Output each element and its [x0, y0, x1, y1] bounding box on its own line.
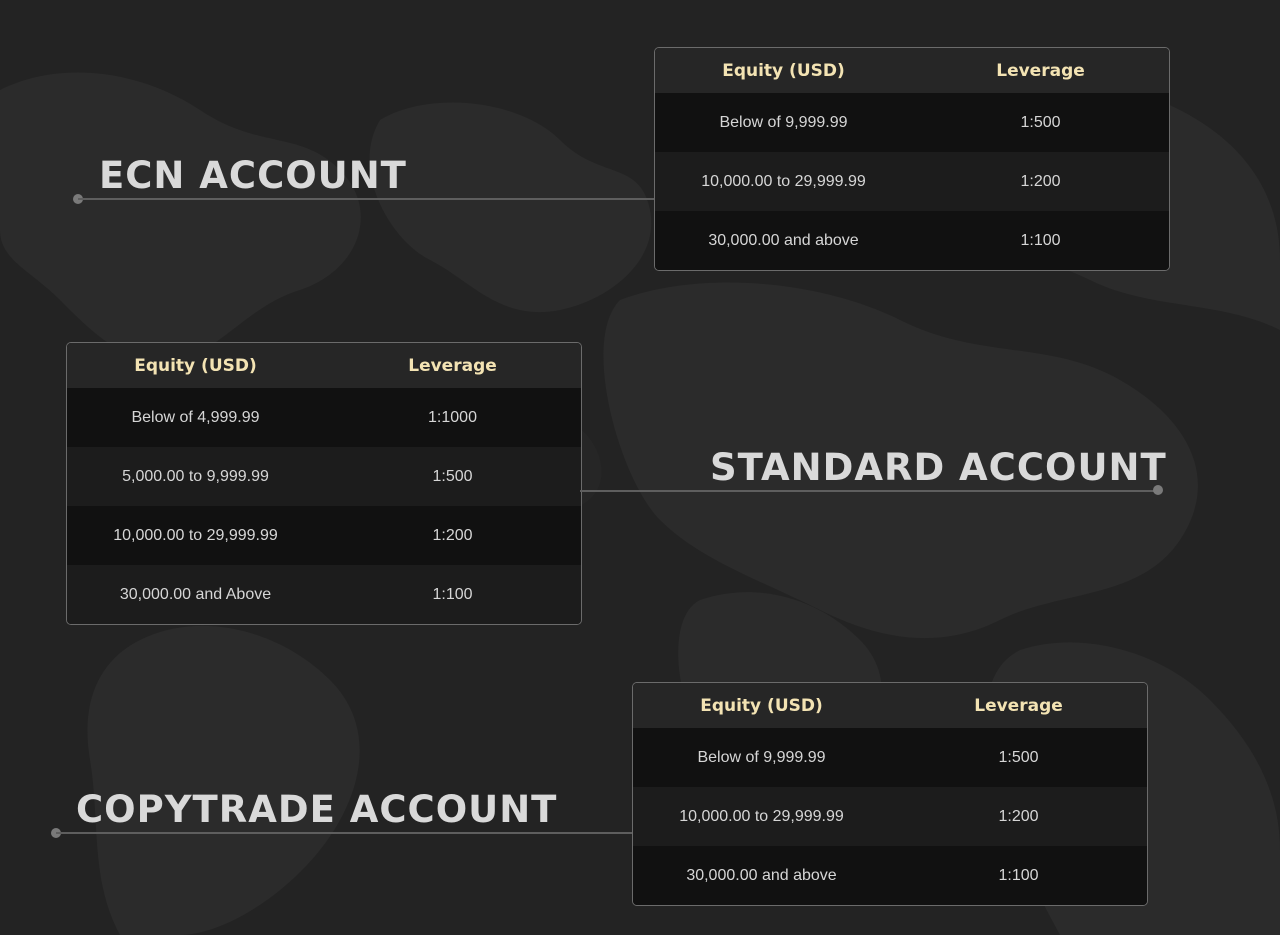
- table-row: 10,000.00 to 29,999.99 1:200: [67, 506, 581, 565]
- leverage-cell: 1:500: [890, 728, 1147, 787]
- equity-column-header: Equity (USD): [67, 343, 324, 388]
- table-row: Below of 4,999.99 1:1000: [67, 388, 581, 447]
- leverage-cell: 1:1000: [324, 388, 581, 447]
- table-header-row: Equity (USD) Leverage: [633, 683, 1147, 728]
- table-row: 30,000.00 and above 1:100: [633, 846, 1147, 905]
- leverage-cell: 1:200: [324, 506, 581, 565]
- leverage-cell: 1:500: [324, 447, 581, 506]
- leverage-cell: 1:200: [890, 787, 1147, 846]
- table-row: 30,000.00 and Above 1:100: [67, 565, 581, 624]
- standard-account-title: STANDARD ACCOUNT: [710, 446, 1167, 489]
- leverage-column-header: Leverage: [324, 343, 581, 388]
- equity-cell: 30,000.00 and above: [655, 211, 912, 270]
- leverage-cell: 1:500: [912, 93, 1169, 152]
- table-row: Below of 9,999.99 1:500: [655, 93, 1169, 152]
- leverage-cell: 1:100: [912, 211, 1169, 270]
- leverage-cell: 1:100: [890, 846, 1147, 905]
- standard-connector-line: [580, 490, 1158, 492]
- leverage-cell: 1:200: [912, 152, 1169, 211]
- equity-column-header: Equity (USD): [633, 683, 890, 728]
- table-row: 30,000.00 and above 1:100: [655, 211, 1169, 270]
- equity-column-header: Equity (USD): [655, 48, 912, 93]
- table-row: Below of 9,999.99 1:500: [633, 728, 1147, 787]
- ecn-connector-line: [78, 198, 655, 200]
- equity-cell: Below of 9,999.99: [655, 93, 912, 152]
- table-row: 10,000.00 to 29,999.99 1:200: [633, 787, 1147, 846]
- ecn-leverage-table: Equity (USD) Leverage Below of 9,999.99 …: [654, 47, 1170, 271]
- leverage-cell: 1:100: [324, 565, 581, 624]
- copytrade-connector-line: [56, 832, 633, 834]
- table-row: 5,000.00 to 9,999.99 1:500: [67, 447, 581, 506]
- copytrade-account-title: COPYTRADE ACCOUNT: [76, 788, 558, 831]
- leverage-column-header: Leverage: [890, 683, 1147, 728]
- leverage-column-header: Leverage: [912, 48, 1169, 93]
- equity-cell: 10,000.00 to 29,999.99: [67, 506, 324, 565]
- equity-cell: 10,000.00 to 29,999.99: [655, 152, 912, 211]
- equity-cell: 30,000.00 and above: [633, 846, 890, 905]
- equity-cell: Below of 4,999.99: [67, 388, 324, 447]
- copytrade-leverage-table: Equity (USD) Leverage Below of 9,999.99 …: [632, 682, 1148, 906]
- table-header-row: Equity (USD) Leverage: [655, 48, 1169, 93]
- table-row: 10,000.00 to 29,999.99 1:200: [655, 152, 1169, 211]
- equity-cell: 5,000.00 to 9,999.99: [67, 447, 324, 506]
- ecn-account-title: ECN ACCOUNT: [99, 154, 407, 197]
- table-header-row: Equity (USD) Leverage: [67, 343, 581, 388]
- equity-cell: 30,000.00 and Above: [67, 565, 324, 624]
- standard-leverage-table: Equity (USD) Leverage Below of 4,999.99 …: [66, 342, 582, 625]
- equity-cell: 10,000.00 to 29,999.99: [633, 787, 890, 846]
- equity-cell: Below of 9,999.99: [633, 728, 890, 787]
